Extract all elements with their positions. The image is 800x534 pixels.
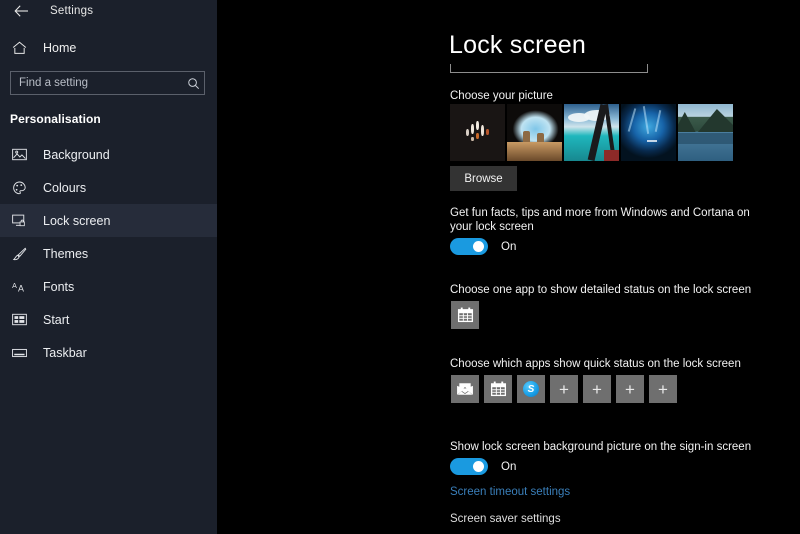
choose-picture-label: Choose your picture: [450, 90, 553, 102]
browse-button[interactable]: Browse: [450, 166, 517, 191]
fonts-aa-icon: A A: [12, 280, 32, 293]
thumbnail-beach-cave-photo[interactable]: [507, 104, 562, 161]
mail-icon: [456, 382, 474, 396]
skype-icon: S: [523, 381, 539, 397]
plus-icon: +: [625, 379, 635, 399]
settings-window: Settings Home Personalisation: [0, 0, 800, 534]
sidebar-item-taskbar[interactable]: Taskbar: [0, 336, 217, 369]
sidebar-section-title: Personalisation: [10, 112, 101, 126]
sidebar-item-home[interactable]: Home: [0, 33, 217, 63]
start-grid-icon: [12, 313, 32, 326]
thumbnail-windows-spotlight[interactable]: [450, 104, 505, 161]
sidebar-item-fonts[interactable]: A A Fonts: [0, 270, 217, 303]
spotlight-dots-icon: [465, 120, 491, 146]
page-title: Lock screen: [449, 31, 586, 59]
picture-thumbnail-list: [450, 104, 733, 161]
search-input[interactable]: [11, 76, 182, 90]
sidebar-item-start-label: Start: [43, 312, 70, 327]
detailed-status-calendar-tile[interactable]: [451, 301, 479, 329]
lock-screen-icon: [12, 214, 32, 227]
sidebar-item-start[interactable]: Start: [0, 303, 217, 336]
brush-icon: [12, 247, 32, 261]
skype-letter: S: [527, 383, 535, 395]
palette-icon: [12, 181, 32, 195]
sidebar-nav: Background Colours Lock screen Themes A …: [0, 138, 217, 369]
fun-facts-toggle[interactable]: On: [450, 238, 516, 255]
quick-status-label: Choose which apps show quick status on t…: [450, 358, 741, 370]
sidebar-item-colours-label: Colours: [43, 180, 87, 195]
signin-picture-toggle-pill[interactable]: [450, 458, 488, 475]
quick-status-add-tile-2[interactable]: +: [583, 375, 611, 403]
search-icon[interactable]: [182, 77, 204, 90]
back-arrow-icon[interactable]: [12, 2, 30, 20]
plus-icon: +: [592, 379, 602, 399]
home-icon: [12, 41, 32, 55]
thumbnail-lagoon-photo[interactable]: [564, 104, 619, 161]
window-title: Settings: [50, 5, 94, 17]
quick-status-add-tile-4[interactable]: +: [649, 375, 677, 403]
sidebar-item-lock-screen-label: Lock screen: [43, 213, 111, 228]
plus-icon: +: [559, 379, 569, 399]
quick-status-app-row: S + + + +: [451, 375, 677, 403]
quick-status-add-tile-1[interactable]: +: [550, 375, 578, 403]
fun-facts-label: Get fun facts, tips and more from Window…: [450, 207, 750, 233]
settings-sidebar: Settings Home Personalisation: [0, 0, 217, 534]
sidebar-item-themes[interactable]: Themes: [0, 237, 217, 270]
sidebar-item-colours[interactable]: Colours: [0, 171, 217, 204]
svg-text:A: A: [18, 284, 24, 293]
toggle-knob: [473, 461, 484, 472]
signin-picture-toggle-state: On: [501, 460, 517, 473]
sidebar-item-home-label: Home: [43, 41, 77, 55]
detailed-status-app-row: [451, 301, 479, 329]
quick-status-add-tile-3[interactable]: +: [616, 375, 644, 403]
sidebar-item-lock-screen[interactable]: Lock screen: [0, 204, 217, 237]
quick-status-mail-tile[interactable]: [451, 375, 479, 403]
toggle-knob: [473, 241, 484, 252]
detailed-status-label: Choose one app to show detailed status o…: [450, 284, 752, 296]
quick-status-skype-tile[interactable]: S: [517, 375, 545, 403]
image-icon: [12, 148, 32, 161]
thumbnail-mountain-lake-photo[interactable]: [678, 104, 733, 161]
screen-timeout-settings-link[interactable]: Screen timeout settings: [450, 486, 570, 498]
fun-facts-toggle-state: On: [501, 240, 517, 253]
fun-facts-toggle-pill[interactable]: [450, 238, 488, 255]
svg-text:A: A: [12, 283, 17, 290]
lock-screen-settings-pane: Lock screen Choose your picture Browse G…: [217, 0, 800, 534]
screen-saver-settings-link[interactable]: Screen saver settings: [450, 513, 561, 525]
search-box[interactable]: [10, 71, 205, 95]
signin-picture-toggle[interactable]: On: [450, 458, 516, 475]
sidebar-item-fonts-label: Fonts: [43, 279, 75, 294]
calendar-icon: [490, 381, 506, 397]
title-bar: Settings: [0, 0, 217, 22]
signin-picture-label: Show lock screen background picture on t…: [450, 441, 752, 453]
quick-status-calendar-tile[interactable]: [484, 375, 512, 403]
sidebar-item-background[interactable]: Background: [0, 138, 217, 171]
taskbar-icon: [12, 347, 32, 359]
plus-icon: +: [658, 379, 668, 399]
sidebar-item-taskbar-label: Taskbar: [43, 345, 87, 360]
title-underline-rule: [450, 64, 648, 73]
sidebar-item-background-label: Background: [43, 147, 110, 162]
sidebar-item-themes-label: Themes: [43, 246, 89, 261]
calendar-icon: [457, 307, 473, 323]
thumbnail-ice-cave-photo[interactable]: [621, 104, 676, 161]
